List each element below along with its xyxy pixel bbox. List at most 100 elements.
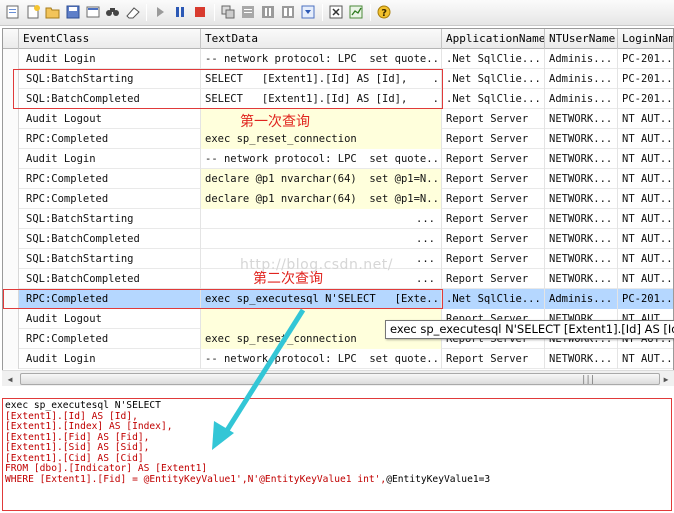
clear-icon[interactable] xyxy=(124,3,142,21)
detail-where-clause: WHERE [Extent1].[Fid] = @EntityKeyValue1… xyxy=(5,473,387,485)
cell-eventclass: SQL:BatchCompleted xyxy=(19,229,201,249)
cell-textdata: declare @p1 nvarchar(64) set @p1=N... xyxy=(201,189,442,209)
row-gutter xyxy=(3,49,19,69)
cell-ntusername: NETWORK... xyxy=(545,209,618,229)
autoscroll-icon[interactable] xyxy=(299,3,317,21)
textdata-tooltip: exec sp_executesql N'SELECT [Extent1].[I… xyxy=(385,320,674,339)
second-query-highlight xyxy=(3,289,443,309)
cell-ntusername: NETWORK... xyxy=(545,189,618,209)
pause-icon[interactable] xyxy=(171,3,189,21)
cell-loginname: PC-201... xyxy=(618,49,673,69)
cell-eventclass: Audit Login xyxy=(19,149,201,169)
table-row[interactable]: Audit Login -- network protocol: LPC set … xyxy=(3,149,673,169)
cell-ntusername: NETWORK... xyxy=(545,169,618,189)
first-query-label: 第一次查询 xyxy=(240,114,310,130)
properties-icon[interactable] xyxy=(84,3,102,21)
filter-icon[interactable] xyxy=(239,3,257,21)
cell-applicationname: Report Server xyxy=(442,229,545,249)
col-header-textdata[interactable]: TextData xyxy=(201,29,442,49)
cell-loginname: NT AUT... xyxy=(618,229,673,249)
cell-loginname: NT AUT... xyxy=(618,129,673,149)
detail-line: [Extent1].[Index] AS [Index], xyxy=(5,421,173,432)
textdata-detail-pane[interactable]: exec sp_executesql N'SELECT [Extent1].[I… xyxy=(2,398,672,511)
row-gutter xyxy=(3,209,19,229)
table-row[interactable]: SQL:BatchStarting... Report Server NETWORK… xyxy=(3,209,673,229)
cell-loginname: NT AUT... xyxy=(618,209,673,229)
run-icon[interactable] xyxy=(151,3,169,21)
cell-applicationname: .Net SqlClie... xyxy=(442,49,545,69)
column-icon[interactable] xyxy=(259,3,277,21)
table-row[interactable]: SQL:BatchCompleted... Report Server NETWOR… xyxy=(3,229,673,249)
detail-line-where: WHERE [Extent1].[Fid] = @EntityKeyValue1… xyxy=(5,473,669,486)
cell-loginname: PC-201... xyxy=(618,289,673,309)
scroll-left-icon[interactable]: ◀ xyxy=(2,371,18,387)
cell-eventclass: Audit Login xyxy=(19,49,201,69)
cell-ntusername: NETWORK... xyxy=(545,269,618,289)
help-icon[interactable]: ? xyxy=(375,3,393,21)
row-gutter xyxy=(3,249,19,269)
table-row[interactable]: RPC:Completed declare @p1 nvarchar(64) se… xyxy=(3,169,673,189)
cell-applicationname: Report Server xyxy=(442,269,545,289)
table-row[interactable]: Audit Logout Report Server NETWORK... NT AU… xyxy=(3,109,673,129)
cell-applicationname: Report Server xyxy=(442,169,545,189)
col-header-loginname[interactable]: LoginName xyxy=(618,29,673,49)
row-gutter xyxy=(3,109,19,129)
col-header-applicationname[interactable]: ApplicationName xyxy=(442,29,545,49)
row-gutter xyxy=(3,329,19,349)
detail-line: [Extent1].[Sid] AS [Sid], xyxy=(5,442,150,453)
cell-eventclass: RPC:Completed xyxy=(19,129,201,149)
cell-applicationname: Report Server xyxy=(442,189,545,209)
cell-ntusername: Adminis... xyxy=(545,89,618,109)
cell-ntusername: NETWORK... xyxy=(545,149,618,169)
horizontal-scrollbar[interactable]: ◀ ||| ▶ xyxy=(2,370,674,386)
table-row[interactable]: Audit Login -- network protocol: LPC set … xyxy=(3,349,673,369)
cell-eventclass: SQL:BatchStarting xyxy=(19,249,201,269)
cell-loginname: PC-201... xyxy=(618,89,673,109)
grid-header: EventClass TextData ApplicationName NTUs… xyxy=(3,29,673,49)
row-gutter xyxy=(3,129,19,149)
cell-eventclass: RPC:Completed xyxy=(19,329,201,349)
cell-eventclass: RPC:Completed xyxy=(19,169,201,189)
scrollbar-thumb[interactable]: ||| xyxy=(20,373,660,385)
col-header-ntusername[interactable]: NTUserName xyxy=(545,29,618,49)
stop-icon[interactable] xyxy=(191,3,209,21)
cell-applicationname: .Net SqlClie... xyxy=(442,89,545,109)
cell-textdata: -- network protocol: LPC set quote... xyxy=(201,49,442,69)
cell-applicationname: Report Server xyxy=(442,209,545,229)
scroll-right-icon[interactable]: ▶ xyxy=(658,371,674,387)
cell-loginname: PC-201... xyxy=(618,69,673,89)
cell-applicationname: .Net SqlClie... xyxy=(442,69,545,89)
cell-applicationname: Report Server xyxy=(442,109,545,129)
new-trace-icon[interactable] xyxy=(4,3,22,21)
first-query-highlight xyxy=(13,69,443,109)
table-row[interactable]: RPC:Completed exec sp_reset_connection Rep… xyxy=(3,129,673,149)
cell-eventclass: Audit Login xyxy=(19,349,201,369)
cell-eventclass: SQL:BatchCompleted xyxy=(19,269,201,289)
col-header-eventclass[interactable]: EventClass xyxy=(19,29,201,49)
chart-icon[interactable] xyxy=(347,3,365,21)
cell-eventclass: RPC:Completed xyxy=(19,189,201,209)
column-icon[interactable] xyxy=(279,3,297,21)
second-query-label: 第二次查询 xyxy=(253,271,323,287)
cell-applicationname: .Net SqlClie... xyxy=(442,289,545,309)
cell-loginname: NT AUT... xyxy=(618,349,673,369)
template-icon[interactable] xyxy=(219,3,237,21)
cell-textdata xyxy=(201,109,442,129)
table-row[interactable]: RPC:Completed declare @p1 nvarchar(64) se… xyxy=(3,189,673,209)
cell-ntusername: NETWORK... xyxy=(545,349,618,369)
new-file-icon[interactable] xyxy=(24,3,42,21)
cell-ntusername: Adminis... xyxy=(545,69,618,89)
cell-eventclass: Audit Logout xyxy=(19,109,201,129)
cell-loginname: NT AUT... xyxy=(618,149,673,169)
table-row[interactable]: Audit Login -- network protocol: LPC set … xyxy=(3,49,673,69)
cell-textdata: -- network protocol: LPC set quote... xyxy=(201,349,442,369)
cell-ntusername: Adminis... xyxy=(545,289,618,309)
find-icon[interactable] xyxy=(104,3,122,21)
row-gutter xyxy=(3,269,19,289)
window-close-icon[interactable] xyxy=(327,3,345,21)
detail-line: exec sp_executesql N'SELECT xyxy=(5,400,161,411)
open-icon[interactable] xyxy=(44,3,62,21)
toolbar: ? xyxy=(0,0,674,26)
save-icon[interactable] xyxy=(64,3,82,21)
svg-text:?: ? xyxy=(381,8,387,19)
